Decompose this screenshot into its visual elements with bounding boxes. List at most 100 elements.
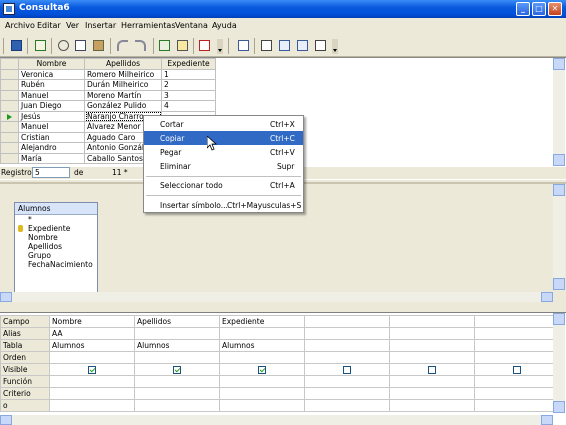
funcion-cell[interactable] bbox=[219, 375, 305, 388]
row-selector[interactable] bbox=[0, 68, 19, 80]
row-selector[interactable] bbox=[0, 152, 19, 164]
cell[interactable]: 1 bbox=[161, 68, 216, 80]
alias-cell[interactable] bbox=[304, 327, 390, 340]
funcion-cell[interactable] bbox=[49, 375, 135, 388]
edit-mode-icon[interactable] bbox=[33, 38, 48, 53]
funcion-cell[interactable] bbox=[474, 375, 560, 388]
column-header-nombre[interactable]: Nombre bbox=[18, 58, 85, 70]
table-row[interactable]: Manuel Moreno Martín 3 bbox=[0, 89, 216, 101]
cell[interactable]: Durán Milheirico bbox=[84, 79, 162, 91]
menu-item-cortar[interactable]: Cortar Ctrl+X bbox=[144, 117, 303, 131]
o-cell[interactable] bbox=[304, 399, 390, 412]
table-window-alumnos[interactable]: Alumnos * Expediente Nombre Apellidos Gr… bbox=[14, 202, 98, 296]
grid-vertical-scrollbar[interactable] bbox=[553, 58, 565, 166]
field-item[interactable]: FechaNacimiento bbox=[15, 260, 97, 269]
scroll-down-icon[interactable] bbox=[553, 278, 565, 290]
row-selector[interactable] bbox=[0, 79, 19, 91]
cell[interactable]: Rubén bbox=[18, 79, 85, 91]
o-cell[interactable] bbox=[389, 399, 475, 412]
o-cell[interactable] bbox=[134, 399, 220, 412]
campo-cell[interactable]: Apellidos bbox=[134, 315, 220, 328]
minimize-button[interactable]: _ bbox=[516, 2, 530, 16]
table-name-icon[interactable] bbox=[277, 38, 292, 53]
scroll-up-icon[interactable] bbox=[553, 184, 565, 196]
scroll-up-icon[interactable] bbox=[553, 313, 565, 325]
orden-cell[interactable] bbox=[389, 351, 475, 364]
campo-cell[interactable]: Nombre bbox=[49, 315, 135, 328]
row-selector[interactable] bbox=[0, 131, 19, 143]
funcion-cell[interactable] bbox=[304, 375, 390, 388]
tabla-cell[interactable]: Alumnos bbox=[49, 339, 135, 352]
criterio-cell[interactable] bbox=[134, 387, 220, 400]
row-selector[interactable] bbox=[0, 142, 19, 154]
table-row[interactable]: Juan Diego González Pulido 4 bbox=[0, 100, 216, 112]
alias-cell[interactable] bbox=[134, 327, 220, 340]
clear-query-icon[interactable] bbox=[197, 38, 212, 53]
orden-cell[interactable] bbox=[304, 351, 390, 364]
alias-cell[interactable] bbox=[474, 327, 560, 340]
cell[interactable]: Veronica bbox=[18, 68, 85, 80]
run-query-icon[interactable] bbox=[157, 38, 172, 53]
copy-icon[interactable] bbox=[73, 38, 88, 53]
cell[interactable]: Juan Diego bbox=[18, 100, 85, 112]
menu-archivo[interactable]: Archivo bbox=[5, 21, 35, 30]
menu-insertar[interactable]: Insertar bbox=[85, 21, 116, 30]
field-item[interactable]: Nombre bbox=[15, 233, 97, 242]
functions-icon[interactable] bbox=[259, 38, 274, 53]
visible-checkbox[interactable] bbox=[428, 366, 436, 374]
criterio-cell[interactable] bbox=[219, 387, 305, 400]
scroll-left-icon[interactable] bbox=[0, 415, 12, 425]
table-window-title[interactable]: Alumnos bbox=[15, 203, 97, 215]
orden-cell[interactable] bbox=[134, 351, 220, 364]
menu-herramientas[interactable]: Herramientas bbox=[121, 21, 176, 30]
cell[interactable]: 2 bbox=[161, 79, 216, 91]
campo-cell[interactable] bbox=[474, 315, 560, 328]
tabla-cell[interactable] bbox=[304, 339, 390, 352]
tabla-cell[interactable] bbox=[474, 339, 560, 352]
cell[interactable]: Manuel bbox=[18, 89, 85, 101]
row-selector[interactable] bbox=[0, 121, 19, 133]
tabla-cell[interactable]: Alumnos bbox=[134, 339, 220, 352]
menu-ver[interactable]: Ver bbox=[66, 21, 79, 30]
scroll-right-icon[interactable] bbox=[541, 415, 553, 425]
design-view-icon[interactable] bbox=[175, 38, 190, 53]
visible-checkbox[interactable] bbox=[88, 366, 96, 374]
table-row[interactable]: Rubén Durán Milheirico 2 bbox=[0, 79, 216, 91]
menu-ventana[interactable]: Ventana bbox=[175, 21, 208, 30]
undo-icon[interactable] bbox=[115, 38, 130, 53]
column-header-expediente[interactable]: Expediente bbox=[161, 58, 216, 70]
criterio-cell[interactable] bbox=[304, 387, 390, 400]
orden-cell[interactable] bbox=[474, 351, 560, 364]
row-selector[interactable] bbox=[0, 100, 19, 112]
add-table-icon[interactable] bbox=[236, 38, 251, 53]
funcion-cell[interactable] bbox=[389, 375, 475, 388]
save-icon[interactable] bbox=[9, 38, 24, 53]
dropdown-arrow-icon[interactable] bbox=[217, 39, 223, 54]
menu-ayuda[interactable]: Ayuda bbox=[212, 21, 237, 30]
campo-cell[interactable] bbox=[304, 315, 390, 328]
menu-item-seleccionar-todo[interactable]: Seleccionar todo Ctrl+A bbox=[144, 178, 303, 192]
relation-vertical-scrollbar[interactable] bbox=[553, 184, 565, 290]
menu-item-pegar[interactable]: Pegar Ctrl+V bbox=[144, 145, 303, 159]
alias-icon[interactable] bbox=[295, 38, 310, 53]
menu-editar[interactable]: Editar bbox=[37, 21, 61, 30]
record-number-input[interactable]: 5 bbox=[32, 167, 70, 178]
field-item[interactable]: Apellidos bbox=[15, 242, 97, 251]
redo-icon[interactable] bbox=[133, 38, 148, 53]
current-row-arrow-icon[interactable] bbox=[0, 110, 19, 122]
cell[interactable]: González Pulido bbox=[84, 100, 162, 112]
criterio-cell[interactable] bbox=[49, 387, 135, 400]
close-button[interactable]: ✕ bbox=[548, 2, 562, 16]
alias-cell[interactable]: AA bbox=[49, 327, 135, 340]
scroll-up-icon[interactable] bbox=[553, 58, 565, 70]
maximize-button[interactable]: □ bbox=[532, 2, 546, 16]
dropdown-arrow-icon[interactable] bbox=[332, 39, 338, 54]
table-row[interactable]: Veronica Romero Milheirico 1 bbox=[0, 68, 216, 80]
paste-icon[interactable] bbox=[91, 38, 106, 53]
scroll-down-icon[interactable] bbox=[553, 154, 565, 166]
design-vertical-scrollbar[interactable] bbox=[553, 313, 565, 413]
menu-item-copiar[interactable]: Copiar Ctrl+C bbox=[144, 131, 303, 145]
cell[interactable]: Manuel bbox=[18, 121, 85, 133]
cell[interactable]: Romero Milheirico bbox=[84, 68, 162, 80]
scroll-left-icon[interactable] bbox=[0, 292, 12, 302]
